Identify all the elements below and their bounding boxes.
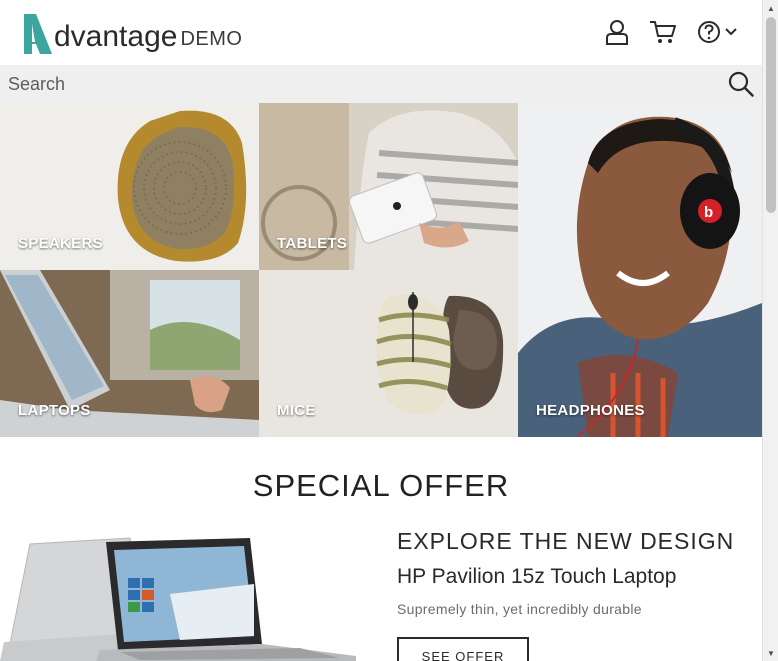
shopping-cart-button[interactable] xyxy=(648,16,678,48)
svg-text:b: b xyxy=(704,204,713,221)
search-bar xyxy=(0,65,762,103)
category-label-speakers: SPEAKERS xyxy=(18,235,103,252)
vertical-scrollbar[interactable]: ▲ ▼ xyxy=(762,0,778,661)
user-icon xyxy=(606,20,628,45)
category-tile-headphones[interactable]: b HEADPHONES xyxy=(518,103,762,437)
chevron-down-icon xyxy=(724,28,737,36)
page: dvantage DEMO Search SPEAKERS TABLETS b … xyxy=(0,0,762,661)
help-icon xyxy=(697,21,720,43)
brand-logo[interactable]: dvantage DEMO xyxy=(22,10,242,56)
category-tile-laptops[interactable]: LAPTOPS xyxy=(0,270,259,437)
headphones-image: b xyxy=(518,103,762,437)
category-label-mice: MICE xyxy=(277,402,316,419)
category-label-laptops: LAPTOPS xyxy=(18,402,91,419)
offer-product-name: HP Pavilion 15z Touch Laptop xyxy=(397,565,677,588)
scrollbar-thumb[interactable] xyxy=(766,17,776,213)
cart-icon xyxy=(650,21,676,43)
logo-word: dvantage xyxy=(54,20,178,53)
search-input[interactable] xyxy=(0,65,700,103)
user-account-button[interactable] xyxy=(602,16,632,48)
logo-suffix: DEMO xyxy=(180,28,243,50)
scroll-down-arrow-icon[interactable]: ▼ xyxy=(763,645,778,661)
site-header: dvantage DEMO xyxy=(0,0,762,66)
see-offer-button[interactable]: SEE OFFER xyxy=(397,637,529,661)
offer-headline: EXPLORE THE NEW DESIGN xyxy=(397,528,735,554)
category-tile-tablets[interactable]: TABLETS xyxy=(259,103,518,270)
special-offer-title: SPECIAL OFFER xyxy=(252,468,510,503)
category-label-tablets: TABLETS xyxy=(277,235,348,252)
scroll-up-arrow-icon[interactable]: ▲ xyxy=(763,0,778,16)
category-tile-mice[interactable]: MICE xyxy=(259,270,518,437)
offer-tagline: Supremely thin, yet incredibly durable xyxy=(397,601,642,617)
search-icon[interactable] xyxy=(728,71,754,97)
offer-laptop-image xyxy=(0,537,356,661)
help-menu-button[interactable] xyxy=(694,16,740,48)
logo-a-mark-icon xyxy=(24,14,52,54)
category-label-headphones: HEADPHONES xyxy=(536,402,645,419)
category-tile-speakers[interactable]: SPEAKERS xyxy=(0,103,259,270)
